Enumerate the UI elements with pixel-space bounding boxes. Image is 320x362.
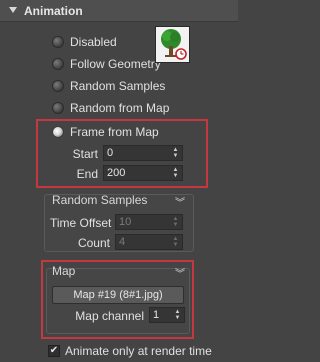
radio-label: Random from Map xyxy=(70,101,170,115)
start-value[interactable]: 0 xyxy=(104,147,171,159)
count-spinner[interactable]: 4 ▲ ▼ xyxy=(115,234,183,250)
chevron-double-down-icon[interactable]: ︾ xyxy=(175,194,185,209)
animate-checkbox[interactable]: ✔ xyxy=(48,345,60,357)
map-channel-spinner[interactable]: 1 ▲ ▼ xyxy=(149,307,185,323)
triangle-down-icon[interactable] xyxy=(8,5,18,15)
animate-checkbox-label: Animate only at render time xyxy=(65,344,212,358)
spinner-arrows-icon[interactable]: ▲ ▼ xyxy=(173,308,182,322)
radio-label: Follow Geometry xyxy=(70,57,161,71)
time-offset-value[interactable]: 10 xyxy=(116,216,171,228)
radio-button[interactable] xyxy=(52,102,64,114)
time-offset-label: Time Offset xyxy=(50,216,112,230)
map-channel-value[interactable]: 1 xyxy=(150,309,173,321)
map-channel-label: Map channel xyxy=(75,309,144,323)
radio-button[interactable] xyxy=(52,36,64,48)
spinner-arrows-icon[interactable]: ▲ ▼ xyxy=(171,166,180,180)
count-value[interactable]: 4 xyxy=(116,236,171,248)
random-samples-group-title: Random Samples xyxy=(52,193,148,207)
end-label: End xyxy=(76,167,98,181)
chevron-double-down-icon[interactable]: ︾ xyxy=(175,265,185,280)
end-spinner[interactable]: 200 ▲ ▼ xyxy=(103,165,183,181)
spinner-arrows-icon[interactable]: ▲ ▼ xyxy=(171,215,180,229)
spinner-arrows-icon[interactable]: ▲ ▼ xyxy=(171,235,180,249)
radio-button-checked[interactable] xyxy=(52,126,64,138)
count-label: Count xyxy=(77,236,110,250)
radio-random-from-map[interactable]: Random from Map xyxy=(52,99,169,117)
rollout-title: Animation xyxy=(24,4,83,18)
map-button[interactable]: Map #19 (8#1.jpg) xyxy=(52,286,184,304)
animate-only-at-render-checkbox-row[interactable]: ✔ Animate only at render time xyxy=(48,344,212,358)
spinner-arrows-icon[interactable]: ▲ ▼ xyxy=(171,146,180,160)
radio-frame-from-map[interactable]: Frame from Map xyxy=(52,123,159,141)
tree-clock-icon[interactable] xyxy=(155,26,190,63)
time-offset-spinner[interactable]: 10 ▲ ▼ xyxy=(115,214,183,230)
radio-label: Random Samples xyxy=(70,79,166,93)
radio-label: Frame from Map xyxy=(70,125,159,139)
radio-random-samples[interactable]: Random Samples xyxy=(52,77,165,95)
radio-label: Disabled xyxy=(70,35,117,49)
map-group-title: Map xyxy=(52,264,76,278)
radio-follow-geometry[interactable]: Follow Geometry xyxy=(52,55,161,73)
start-spinner[interactable]: 0 ▲ ▼ xyxy=(103,145,183,161)
start-label: Start xyxy=(72,147,98,161)
radio-button[interactable] xyxy=(52,58,64,70)
radio-disabled[interactable]: Disabled xyxy=(52,33,117,51)
radio-button[interactable] xyxy=(52,80,64,92)
end-value[interactable]: 200 xyxy=(104,167,171,179)
